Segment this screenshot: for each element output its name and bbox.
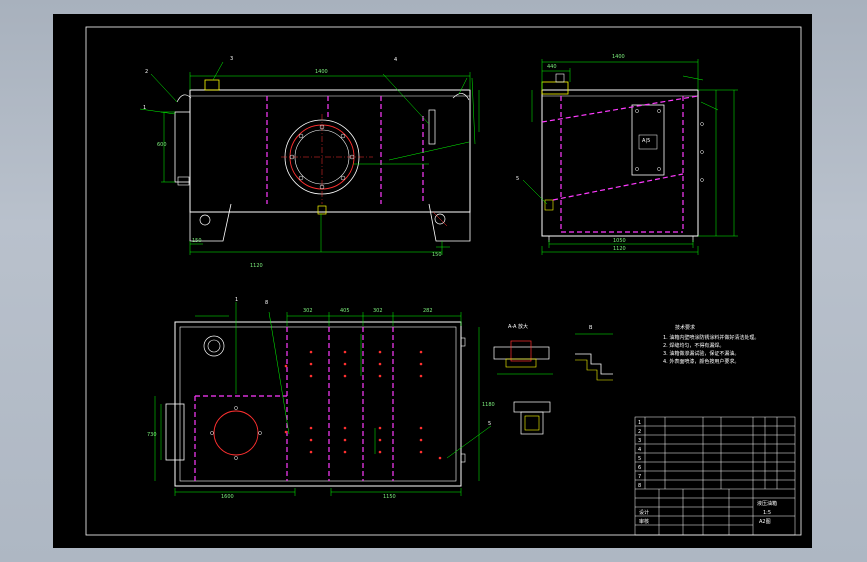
- front-dim-left-small: 150: [192, 238, 202, 244]
- plan-dimensions: [154, 302, 492, 496]
- side-dim-bottom: 1120: [613, 246, 626, 252]
- side-view: [522, 59, 738, 255]
- side-hidden-lines: [541, 95, 699, 233]
- tb-sheet: A2图: [759, 519, 771, 525]
- tb-row-5: 5: [638, 456, 642, 462]
- section-b-label: B: [589, 325, 593, 331]
- front-dim-height: 600: [157, 142, 167, 148]
- tank-body-side: [541, 89, 699, 237]
- plan-dim-bottom-right: 1150: [383, 494, 396, 500]
- callout-1: 1: [143, 105, 147, 111]
- plan-dim-bottom-left: 1600: [221, 494, 234, 500]
- drawing-sheet: 1 2 3 4 1400 1120 150 150 600 1400 440 1…: [53, 14, 812, 548]
- leg-left: [189, 203, 232, 242]
- tb-drawing-name: 液压油箱: [757, 501, 778, 507]
- plan-dim-3: 302: [373, 308, 383, 314]
- note-line-3: 3. 油箱做渗漏试验，保证不漏油。: [663, 351, 740, 357]
- plan-dim-2: 405: [340, 308, 350, 314]
- side-dim-top: 1400: [612, 54, 625, 60]
- plan-view: [154, 302, 492, 496]
- section-details: [493, 333, 613, 435]
- tank-plan-outline: [174, 321, 462, 487]
- side-callout-5: 5: [516, 176, 520, 182]
- tb-row-4: 4: [638, 447, 642, 453]
- section-a-label: A-A 放大: [508, 324, 529, 330]
- plate-text: A|5: [642, 138, 651, 144]
- plan-dim-1: 302: [303, 308, 313, 314]
- note-line-2: 2. 焊缝均匀，不得有漏焊。: [663, 343, 725, 349]
- side-dim-small: 440: [547, 64, 557, 70]
- front-dim-top: 1400: [315, 69, 328, 75]
- filler-cap: [204, 79, 220, 91]
- callout-3: 3: [230, 56, 234, 62]
- plan-flange: [213, 410, 259, 456]
- tb-row-8: 8: [638, 483, 642, 489]
- note-line-1: 1. 油箱内壁喷涂防锈涂料并做好清洁处理。: [663, 335, 760, 341]
- tb-row-6: 6: [638, 465, 642, 471]
- filler-opening: [203, 335, 225, 357]
- drawing-border: [85, 26, 802, 536]
- side-dim-inner: 1050: [613, 238, 626, 244]
- title-block-grid: [634, 416, 796, 536]
- callout-4: 4: [394, 57, 398, 63]
- callout-2: 2: [145, 69, 149, 75]
- side-dimensions: [522, 59, 738, 255]
- front-dim-bottom: 1120: [250, 263, 263, 269]
- tb-scale: 1:5: [763, 510, 772, 516]
- tb-row-2: 2: [638, 429, 642, 435]
- plan-dim-right: 1180: [482, 402, 495, 408]
- plan-callout-8: 8: [265, 300, 269, 306]
- tb-row-7: 7: [638, 474, 642, 480]
- front-view: [139, 61, 480, 255]
- tb-row-1: 1: [638, 420, 642, 426]
- tb-checker: 审核: [639, 519, 650, 525]
- level-gauge: [428, 109, 436, 145]
- front-dimensions: [139, 61, 480, 255]
- cad-drawing: [85, 26, 802, 536]
- drain-plug: [317, 205, 327, 215]
- plan-dim-left: 730: [147, 432, 157, 438]
- tb-row-3: 3: [638, 438, 642, 444]
- note-line-4: 4. 外表面喷漆，颜色按用户要求。: [663, 359, 740, 365]
- leg-right: [428, 203, 471, 242]
- plan-dim-4: 282: [423, 308, 433, 314]
- breather-cap: [541, 81, 569, 95]
- notes-title: 技术要求: [675, 325, 696, 331]
- tb-designer: 设计: [639, 510, 650, 516]
- plan-hidden-baffles: [194, 327, 394, 481]
- plan-callout-1: 1: [235, 297, 239, 303]
- sight-glass: [174, 111, 191, 183]
- front-dim-right-small: 150: [432, 252, 442, 258]
- plan-callout-5: 5: [488, 421, 492, 427]
